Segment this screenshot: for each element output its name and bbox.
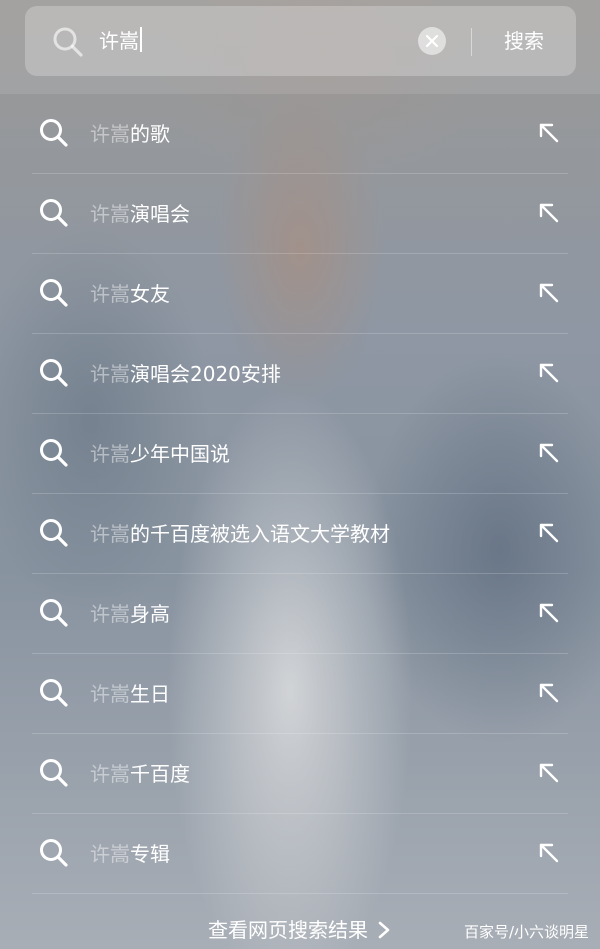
suggestion-query-part: 许嵩 — [90, 442, 130, 466]
suggestion-rest-part: 的歌 — [130, 122, 170, 146]
search-header: 许嵩 搜索 — [0, 0, 600, 94]
suggestion-rest-part: 女友 — [130, 282, 170, 306]
suggestion-label: 许嵩千百度 — [90, 758, 190, 790]
arrow-up-left-icon[interactable] — [537, 761, 561, 785]
suggestion-rest-part: 专辑 — [130, 842, 170, 866]
suggestion-item[interactable]: 许嵩专辑 — [0, 814, 600, 894]
suggestion-item[interactable]: 许嵩千百度 — [0, 734, 600, 814]
suggestion-label: 许嵩身高 — [90, 598, 170, 630]
suggestion-query-part: 许嵩 — [90, 602, 130, 626]
suggestion-rest-part: 身高 — [130, 602, 170, 626]
suggestion-rest-part: 生日 — [130, 682, 170, 706]
suggestion-rest-part: 演唱会 — [130, 202, 190, 226]
suggestion-list: 许嵩的歌 许嵩演唱会 许嵩女友 许嵩演唱会2020安排 许嵩少年中国说 许嵩的千百度被选入… — [0, 94, 600, 894]
search-icon — [39, 678, 69, 708]
suggestion-item[interactable]: 许嵩身高 — [0, 574, 600, 654]
suggestion-label: 许嵩专辑 — [90, 838, 170, 870]
search-button[interactable]: 搜索 — [500, 24, 548, 58]
search-icon — [39, 358, 69, 388]
clear-icon[interactable] — [418, 27, 446, 55]
search-icon — [39, 278, 69, 308]
suggestion-item[interactable]: 许嵩的歌 — [0, 94, 600, 174]
suggestion-label: 许嵩生日 — [90, 678, 170, 710]
search-icon — [39, 838, 69, 868]
search-icon — [52, 26, 84, 58]
suggestion-rest-part: 少年中国说 — [130, 442, 230, 466]
suggestion-label: 许嵩女友 — [90, 278, 170, 310]
arrow-up-left-icon[interactable] — [537, 441, 561, 465]
suggestion-query-part: 许嵩 — [90, 202, 130, 226]
search-divider — [471, 28, 472, 56]
arrow-up-left-icon[interactable] — [537, 201, 561, 225]
web-results-label: 查看网页搜索结果 — [208, 918, 368, 942]
search-icon — [39, 198, 69, 228]
suggestion-item[interactable]: 许嵩女友 — [0, 254, 600, 334]
suggestion-label: 许嵩的歌 — [90, 118, 170, 150]
suggestion-label: 许嵩的千百度被选入语文大学教材 — [90, 518, 390, 550]
suggestion-rest-part: 的千百度被选入语文大学教材 — [130, 522, 390, 546]
arrow-up-left-icon[interactable] — [537, 601, 561, 625]
arrow-up-left-icon[interactable] — [537, 281, 561, 305]
suggestion-query-part: 许嵩 — [90, 282, 130, 306]
search-box[interactable]: 许嵩 搜索 — [25, 6, 576, 76]
suggestion-item[interactable]: 许嵩演唱会 — [0, 174, 600, 254]
search-icon — [39, 438, 69, 468]
suggestion-item[interactable]: 许嵩演唱会2020安排 — [0, 334, 600, 414]
suggestion-query-part: 许嵩 — [90, 842, 130, 866]
chevron-right-icon — [376, 916, 392, 939]
web-results-link[interactable]: 查看网页搜索结果 — [208, 914, 392, 946]
suggestion-rest-part: 千百度 — [130, 762, 190, 786]
arrow-up-left-icon[interactable] — [537, 841, 561, 865]
suggestion-query-part: 许嵩 — [90, 682, 130, 706]
suggestion-item[interactable]: 许嵩生日 — [0, 654, 600, 734]
suggestion-label: 许嵩演唱会 — [90, 198, 190, 230]
suggestion-item[interactable]: 许嵩少年中国说 — [0, 414, 600, 494]
arrow-up-left-icon[interactable] — [537, 121, 561, 145]
search-icon — [39, 598, 69, 628]
search-input[interactable]: 许嵩 — [99, 26, 142, 56]
suggestion-label: 许嵩演唱会2020安排 — [90, 358, 281, 390]
suggestion-label: 许嵩少年中国说 — [90, 438, 230, 470]
arrow-up-left-icon[interactable] — [537, 521, 561, 545]
search-icon — [39, 118, 69, 148]
text-cursor — [140, 27, 142, 52]
search-icon — [39, 518, 69, 548]
suggestion-rest-part: 演唱会2020安排 — [130, 362, 281, 386]
suggestion-query-part: 许嵩 — [90, 362, 130, 386]
arrow-up-left-icon[interactable] — [537, 361, 561, 385]
suggestion-item[interactable]: 许嵩的千百度被选入语文大学教材 — [0, 494, 600, 574]
suggestion-query-part: 许嵩 — [90, 122, 130, 146]
search-query-text: 许嵩 — [99, 29, 139, 53]
search-icon — [39, 758, 69, 788]
suggestion-query-part: 许嵩 — [90, 522, 130, 546]
arrow-up-left-icon[interactable] — [537, 681, 561, 705]
watermark: 百家号/小六谈明星 — [464, 923, 590, 941]
suggestion-query-part: 许嵩 — [90, 762, 130, 786]
